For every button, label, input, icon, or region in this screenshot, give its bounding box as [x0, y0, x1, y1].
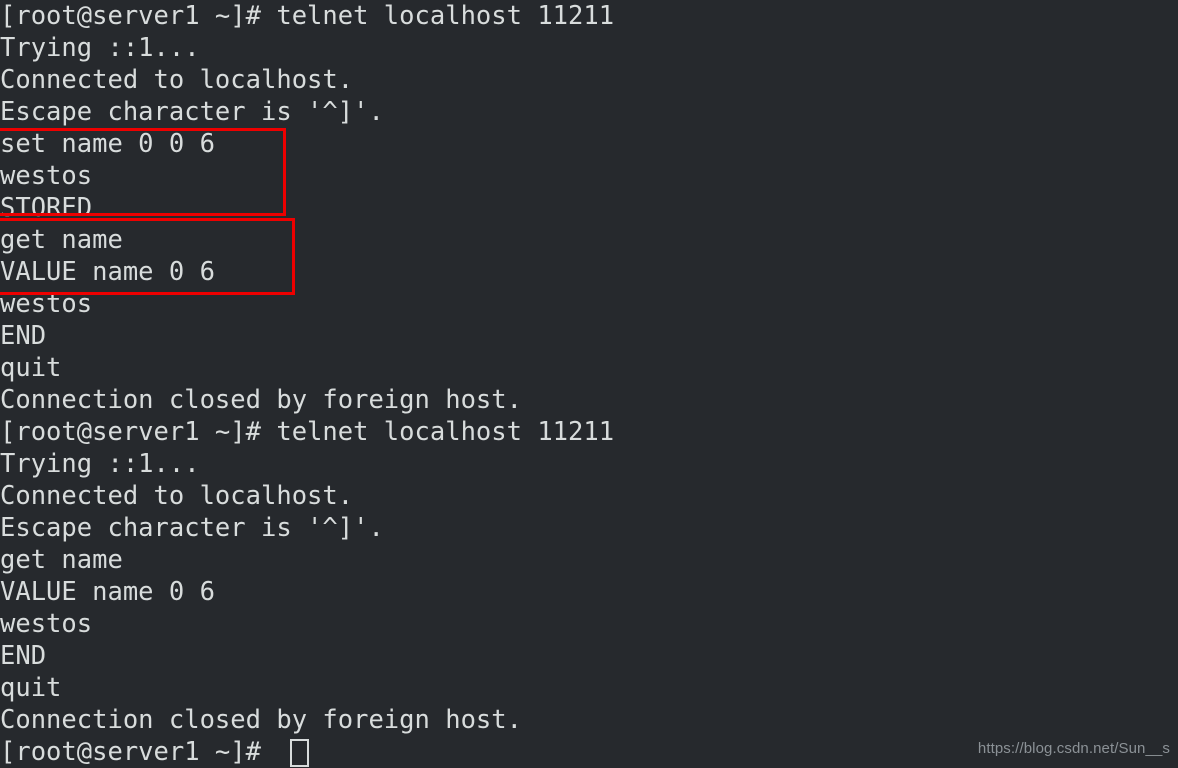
terminal-line: STORED [0, 193, 93, 223]
terminal-line: Escape character is '^]'. [0, 97, 384, 127]
terminal-line: Connected to localhost. [0, 65, 354, 95]
watermark: https://blog.csdn.net/Sun__s [977, 740, 1170, 757]
terminal-line: westos [0, 609, 93, 639]
terminal-line: westos [0, 161, 93, 191]
terminal-line: quit [0, 353, 62, 383]
terminal-line: VALUE name 0 6 [0, 577, 215, 607]
terminal-line: get name [0, 545, 123, 575]
terminal-line: set name 0 0 6 [0, 129, 215, 159]
terminal-line: get name [0, 225, 123, 255]
terminal-line: Escape character is '^]'. [0, 513, 384, 543]
terminal-line: [root@server1 ~]# telnet localhost 11211 [0, 417, 615, 447]
terminal-window[interactable]: [root@server1 ~]# telnet localhost 11211… [0, 0, 1178, 768]
terminal-line: Trying ::1... [0, 449, 200, 479]
terminal-line: quit [0, 673, 62, 703]
terminal-line: END [0, 641, 47, 671]
terminal-line: Connection closed by foreign host. [0, 385, 522, 415]
terminal-line: END [0, 321, 47, 351]
terminal-line: [root@server1 ~]# telnet localhost 11211 [0, 1, 615, 31]
text-cursor [290, 739, 309, 767]
terminal-line: Connection closed by foreign host. [0, 705, 522, 735]
terminal-line: Connected to localhost. [0, 481, 354, 511]
terminal-line: Trying ::1... [0, 33, 200, 63]
terminal-line: VALUE name 0 6 [0, 257, 215, 287]
terminal-line: westos [0, 289, 93, 319]
terminal-output: [root@server1 ~]# telnet localhost 11211… [0, 0, 1178, 768]
